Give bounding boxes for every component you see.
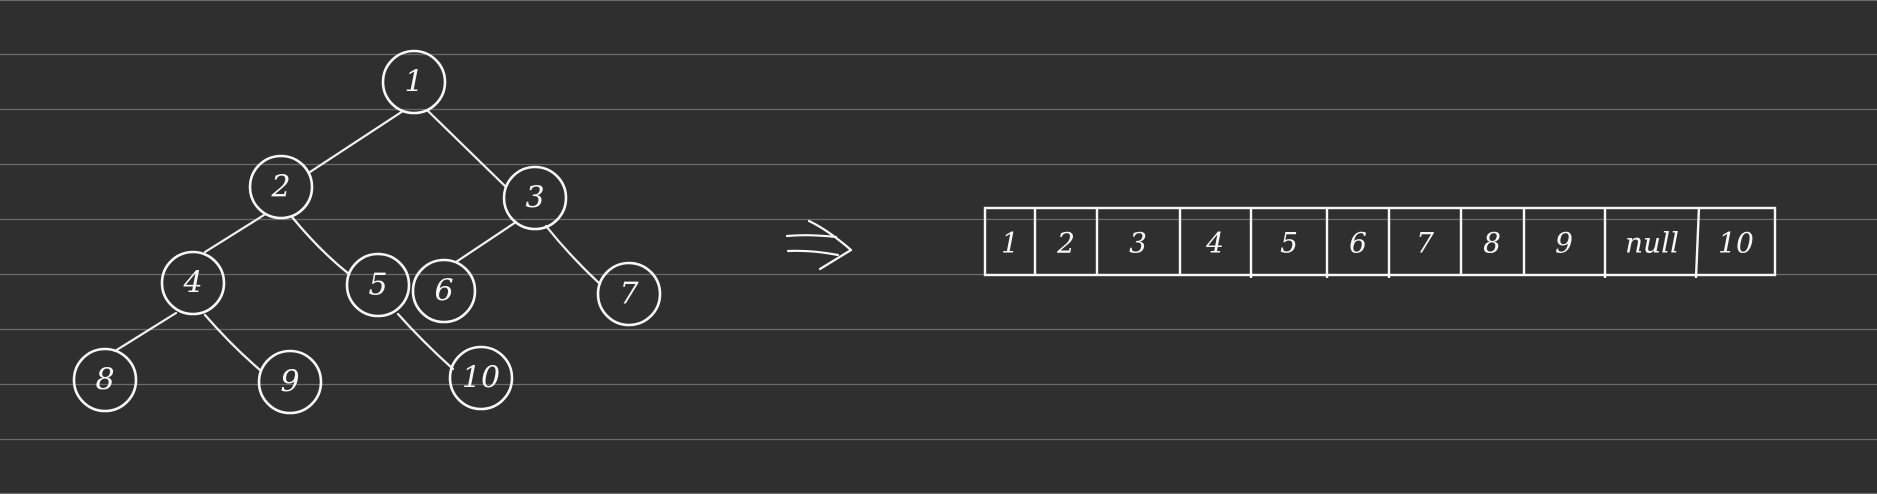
node-label: 8	[95, 363, 114, 398]
array-cell: 9	[1555, 227, 1573, 260]
edge-4-8	[113, 311, 178, 353]
node-label: 2	[270, 170, 290, 205]
array-cell: 10	[1718, 227, 1754, 260]
edge-3-6	[454, 220, 518, 264]
cell-divider	[1694, 206, 1701, 279]
tree-node-10: 10	[448, 345, 514, 411]
edge-3-7	[544, 224, 602, 286]
array-cell: 7	[1416, 227, 1434, 260]
tree-node-4: 4	[160, 250, 226, 316]
whiteboard-canvas: 1 2 3 4 5 6 7 8 9 10 1 2 3 4 5 6 7 8 9 n…	[0, 0, 1877, 494]
array-cell: 5	[1280, 227, 1298, 260]
array-cell: 4	[1205, 227, 1224, 260]
array-cell: 3	[1129, 227, 1147, 260]
array-cell: null	[1625, 227, 1679, 260]
tree-node-1: 1	[381, 49, 447, 115]
edge-1-3	[426, 109, 508, 189]
edge-4-9	[203, 313, 262, 372]
edge-1-2	[308, 109, 405, 174]
node-label: 9	[280, 365, 299, 400]
tree-node-8: 8	[72, 347, 138, 413]
node-label: 5	[368, 268, 387, 303]
tree-nodes: 1 2 3 4 5 6 7 8 9 10	[72, 49, 662, 415]
node-label: 3	[525, 181, 544, 216]
ruled-lines	[0, 0, 1877, 494]
node-label: 6	[434, 274, 453, 309]
node-label: 1	[404, 65, 423, 100]
array-cell: 2	[1056, 227, 1075, 260]
node-label: 4	[182, 266, 202, 301]
array-cell: 6	[1349, 227, 1367, 260]
arrow-icon	[785, 219, 853, 271]
edge-2-4	[203, 213, 266, 254]
edge-2-5	[290, 215, 351, 276]
tree-node-7: 7	[596, 261, 662, 327]
array-cell: 1	[1001, 227, 1019, 260]
tree-node-2: 2	[248, 154, 314, 220]
node-label: 7	[619, 277, 639, 312]
tree-edges	[113, 109, 602, 372]
node-label: 10	[462, 361, 500, 396]
array-table: 1 2 3 4 5 6 7 8 9 null 10	[983, 206, 1777, 279]
tree-node-5: 5	[345, 252, 411, 318]
tree-node-6: 6	[411, 258, 477, 324]
tree-node-9: 9	[257, 349, 323, 415]
array-cell: 8	[1483, 227, 1501, 260]
